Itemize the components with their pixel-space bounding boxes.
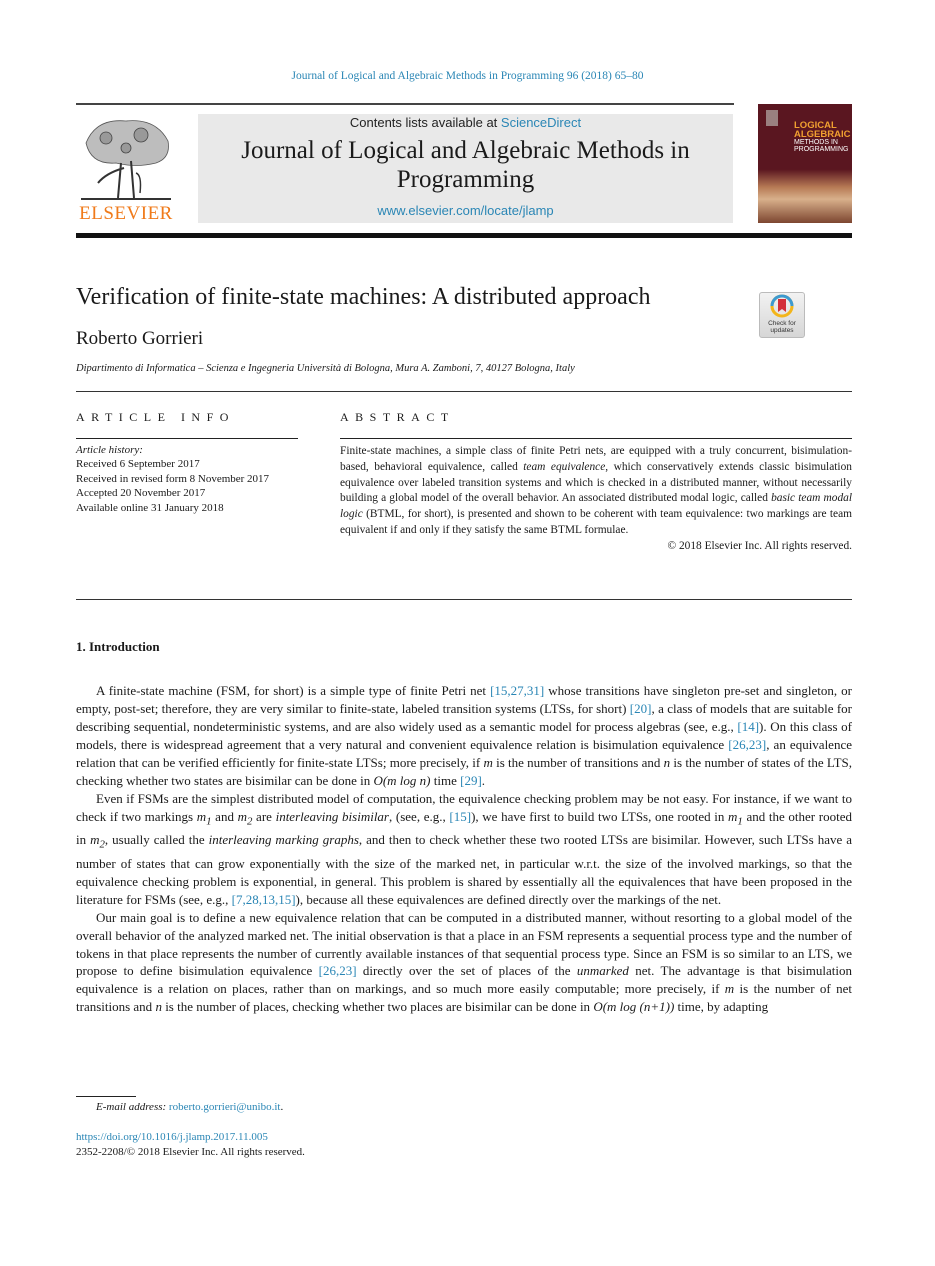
history-revised: Received in revised form 8 November 2017 (76, 472, 270, 485)
journal-banner: Contents lists available at ScienceDirec… (198, 114, 733, 223)
abstract-heading: ABSTRACT (340, 410, 455, 424)
tree-icon (81, 120, 171, 200)
email-label: E-mail address: (96, 1101, 167, 1113)
history-label: Article history: (76, 444, 143, 456)
citation-link[interactable]: [29] (460, 773, 482, 788)
citation-link[interactable]: [26,23] (728, 737, 766, 752)
article-info-rule (76, 438, 298, 439)
history-online: Available online 31 January 2018 (76, 501, 224, 514)
contents-line: Contents lists available at ScienceDirec… (198, 114, 733, 130)
contents-prefix: Contents lists available at (349, 115, 501, 130)
paragraph-2: Even if FSMs are the simplest distribute… (76, 790, 853, 907)
running-head[interactable]: Journal of Logical and Algebraic Methods… (0, 70, 935, 82)
header-rule (76, 103, 734, 105)
cover-title: LOGICAL ALGEBRAIC (794, 120, 851, 140)
paragraph-1: A finite-state machine (FSM, for short) … (76, 683, 853, 788)
body-text: A finite-state machine (FSM, for short) … (76, 682, 852, 1016)
masthead-rule (76, 233, 852, 238)
citation-link[interactable]: [15] (449, 809, 471, 824)
citation-link[interactable]: [7,28,13,15] (232, 892, 296, 907)
author-affiliation: Dipartimento di Informatica – Scienza e … (76, 363, 575, 374)
footnote-email: E-mail address: roberto.gorrieri@unibo.i… (96, 1101, 284, 1113)
journal-title: Journal of Logical and Algebraic Methods… (241, 137, 690, 193)
citation-link[interactable]: [15,27,31] (490, 683, 544, 698)
section-rule (76, 391, 852, 392)
crossmark-label: Check for updates (768, 320, 796, 334)
doi-link[interactable]: https://doi.org/10.1016/j.jlamp.2017.11.… (76, 1130, 305, 1145)
footnote-rule (76, 1096, 136, 1097)
citation-link[interactable]: [26,23] (319, 963, 357, 978)
article-title: Verification of finite-state machines: A… (76, 284, 651, 310)
cover-subtitle: METHODS IN PROGRAMMING (794, 139, 849, 153)
elsevier-logo: ELSEVIER (76, 113, 176, 225)
article-info-heading: ARTICLE INFO (76, 410, 235, 424)
email-link[interactable]: roberto.gorrieri@unibo.it (169, 1101, 281, 1113)
citation-link[interactable]: [14] (737, 719, 759, 734)
cover-badge-icon (766, 110, 778, 126)
article-history: Article history: Received 6 September 20… (76, 443, 269, 515)
sciencedirect-link[interactable]: ScienceDirect (501, 115, 581, 130)
journal-cover[interactable]: LOGICAL ALGEBRAIC METHODS IN PROGRAMMING (758, 104, 852, 223)
issn-line: 2352-2208/© 2018 Elsevier Inc. All right… (76, 1145, 305, 1158)
crossmark-icon (770, 294, 794, 318)
author-name: Roberto Gorrieri (76, 328, 204, 349)
doi-block: https://doi.org/10.1016/j.jlamp.2017.11.… (76, 1130, 305, 1159)
journal-url-link[interactable]: www.elsevier.com/locate/jlamp (198, 203, 733, 218)
paragraph-3: Our main goal is to define a new equival… (76, 909, 852, 1015)
abstract-copyright: © 2018 Elsevier Inc. All rights reserved… (667, 539, 852, 552)
abstract-text: Finite-state machines, a simple class of… (340, 444, 852, 555)
abstract-body: Finite-state machines, a simple class of… (340, 445, 852, 536)
citation-link[interactable]: [20] (630, 701, 652, 716)
elsevier-wordmark: ELSEVIER (79, 203, 173, 224)
section-heading: 1. Introduction (76, 639, 160, 654)
check-for-updates-button[interactable]: Check for updates (759, 292, 805, 338)
body-rule (76, 599, 852, 600)
abstract-rule (340, 438, 852, 439)
history-accepted: Accepted 20 November 2017 (76, 487, 206, 500)
history-received: Received 6 September 2017 (76, 458, 200, 471)
